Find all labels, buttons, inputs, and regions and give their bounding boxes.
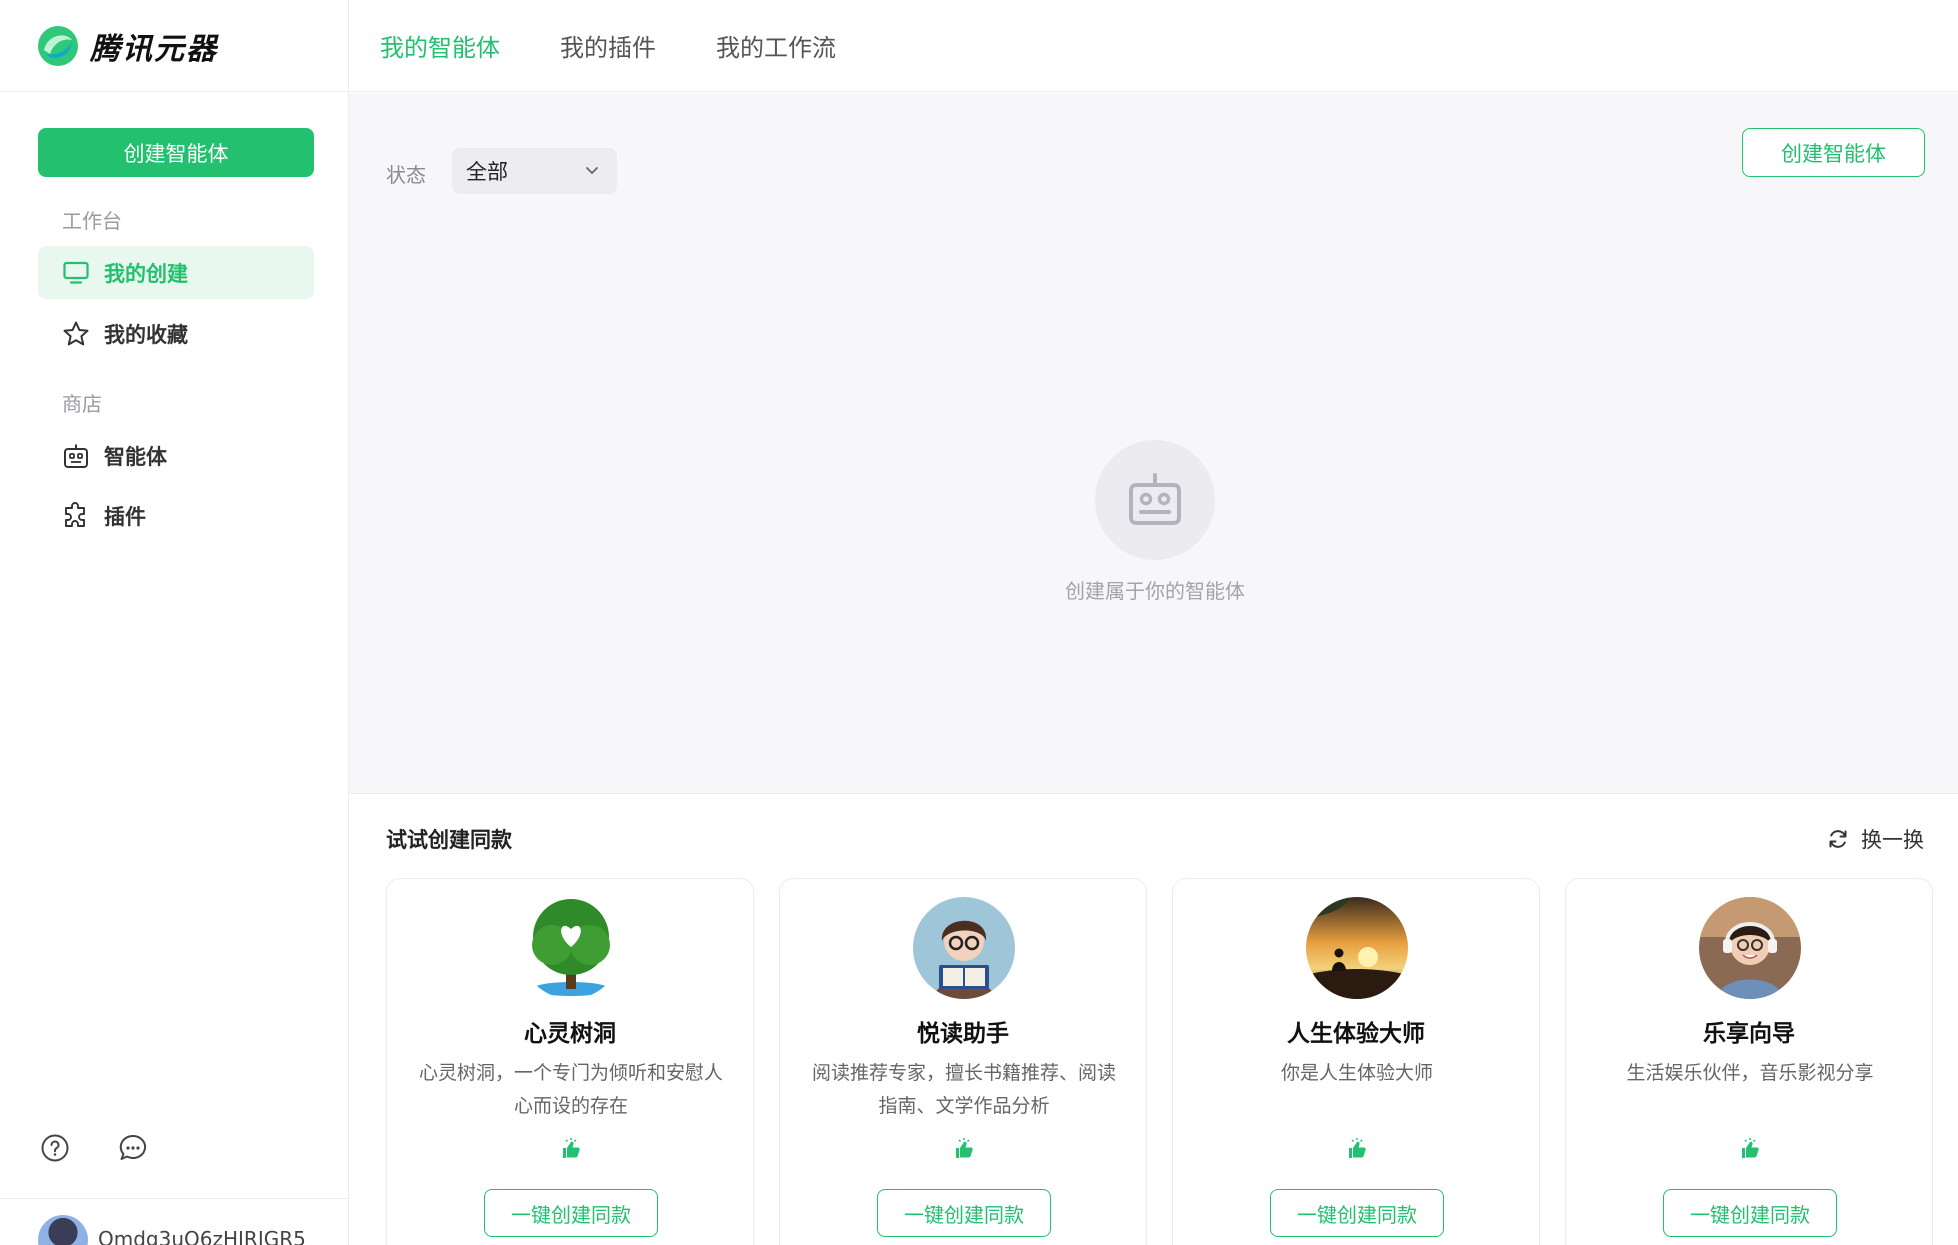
card-name: 心灵树洞 — [524, 1021, 616, 1047]
user-name: Omdg3uO6zHIRIGR5 — [98, 1227, 306, 1245]
empty-state-icon-wrap — [1095, 440, 1215, 560]
monitor-icon — [62, 259, 90, 287]
card-avatar-sunset — [1306, 897, 1408, 999]
main-content: 状态 全部 创建智能体 创建属于你的智能体 — [349, 93, 1958, 793]
card-description: 阅读推荐专家，擅长书籍推荐、阅读指南、文学作品分析 — [811, 1062, 1116, 1117]
card-avatar-reader — [913, 897, 1015, 999]
like-icon[interactable] — [1345, 1137, 1369, 1161]
app-root: 腾讯元器 创建智能体 工作台 我的创建 我的收藏 商店 智能体 插件 Omdg3… — [0, 0, 1958, 1245]
status-filter-label: 状态 — [386, 163, 426, 187]
brand-name: 腾讯元器 — [90, 31, 218, 67]
puzzle-icon — [62, 501, 90, 530]
tab-my-agents[interactable]: 我的智能体 — [380, 28, 500, 63]
card-name: 悦读助手 — [917, 1021, 1009, 1047]
create-same-button[interactable]: 一键创建同款 — [484, 1189, 658, 1237]
suggestion-card[interactable]: 心灵树洞 心灵树洞，一个专门为倾听和安慰人心而设的存在 一键创建同款 — [386, 878, 754, 1245]
sidebar-item-my-creations[interactable]: 我的创建 — [38, 246, 314, 299]
like-icon[interactable] — [559, 1137, 583, 1161]
robot-icon — [1129, 473, 1181, 525]
like-icon[interactable] — [952, 1137, 976, 1161]
create-agent-button[interactable]: 创建智能体 — [38, 128, 314, 177]
workspace-section-label: 工作台 — [62, 209, 122, 233]
tab-my-workflows[interactable]: 我的工作流 — [716, 28, 836, 63]
top-tabs: 我的智能体 我的插件 我的工作流 — [349, 0, 1958, 92]
sidebar: 腾讯元器 创建智能体 工作台 我的创建 我的收藏 商店 智能体 插件 Omdg3… — [0, 0, 349, 1245]
sidebar-item-agents[interactable]: 智能体 — [38, 429, 314, 482]
card-avatar-tree — [520, 897, 622, 999]
logo-bar: 腾讯元器 — [0, 0, 348, 92]
robot-icon — [62, 442, 90, 470]
status-select[interactable]: 全部 — [452, 148, 617, 194]
refresh-label: 换一换 — [1861, 828, 1924, 852]
sidebar-item-label: 我的收藏 — [104, 322, 188, 347]
avatar[interactable] — [38, 1215, 88, 1245]
suggestions-section: 试试创建同款 换一换 心灵树洞 心灵树洞，一个专门为倾听和安慰人心而设的存在 一… — [349, 793, 1958, 1245]
suggestion-card[interactable]: 乐享向导 生活娱乐伙伴，音乐影视分享 一键创建同款 — [1565, 878, 1933, 1245]
empty-state-text: 创建属于你的智能体 — [1065, 579, 1245, 603]
suggestion-card[interactable]: 悦读助手 阅读推荐专家，擅长书籍推荐、阅读指南、文学作品分析 一键创建同款 — [779, 878, 1147, 1245]
create-same-button[interactable]: 一键创建同款 — [1663, 1189, 1837, 1237]
create-same-button[interactable]: 一键创建同款 — [877, 1189, 1051, 1237]
user-bar[interactable]: Omdg3uO6zHIRIGR5 — [0, 1198, 349, 1245]
card-avatar-headphones — [1699, 897, 1801, 999]
sidebar-footer-icons — [40, 1133, 148, 1163]
tab-my-plugins[interactable]: 我的插件 — [560, 28, 656, 63]
card-description: 心灵树洞，一个专门为倾听和安慰人心而设的存在 — [418, 1062, 723, 1117]
sidebar-item-my-favorites[interactable]: 我的收藏 — [38, 307, 314, 360]
create-agent-outline-button[interactable]: 创建智能体 — [1742, 128, 1925, 177]
card-name: 人生体验大师 — [1287, 1021, 1425, 1047]
chevron-down-icon — [586, 167, 598, 174]
card-description: 你是人生体验大师 — [1280, 1062, 1433, 1084]
card-description: 生活娱乐伙伴，音乐影视分享 — [1626, 1062, 1874, 1084]
sidebar-item-label: 我的创建 — [104, 261, 188, 286]
store-section-label: 商店 — [62, 392, 102, 416]
like-icon[interactable] — [1738, 1137, 1762, 1161]
feedback-icon[interactable] — [118, 1133, 148, 1163]
sidebar-item-plugins[interactable]: 插件 — [38, 489, 314, 542]
refresh-button[interactable]: 换一换 — [1827, 824, 1924, 854]
status-select-value: 全部 — [466, 160, 508, 184]
brand-logo-icon — [38, 25, 78, 66]
help-icon[interactable] — [40, 1133, 70, 1163]
refresh-icon — [1829, 830, 1847, 848]
sidebar-item-label: 插件 — [104, 504, 146, 529]
card-name: 乐享向导 — [1703, 1021, 1795, 1047]
sidebar-item-label: 智能体 — [104, 444, 167, 469]
create-same-button[interactable]: 一键创建同款 — [1270, 1189, 1444, 1237]
suggestions-title: 试试创建同款 — [386, 828, 512, 852]
suggestion-card[interactable]: 人生体验大师 你是人生体验大师 一键创建同款 — [1172, 878, 1540, 1245]
star-icon — [62, 320, 90, 348]
